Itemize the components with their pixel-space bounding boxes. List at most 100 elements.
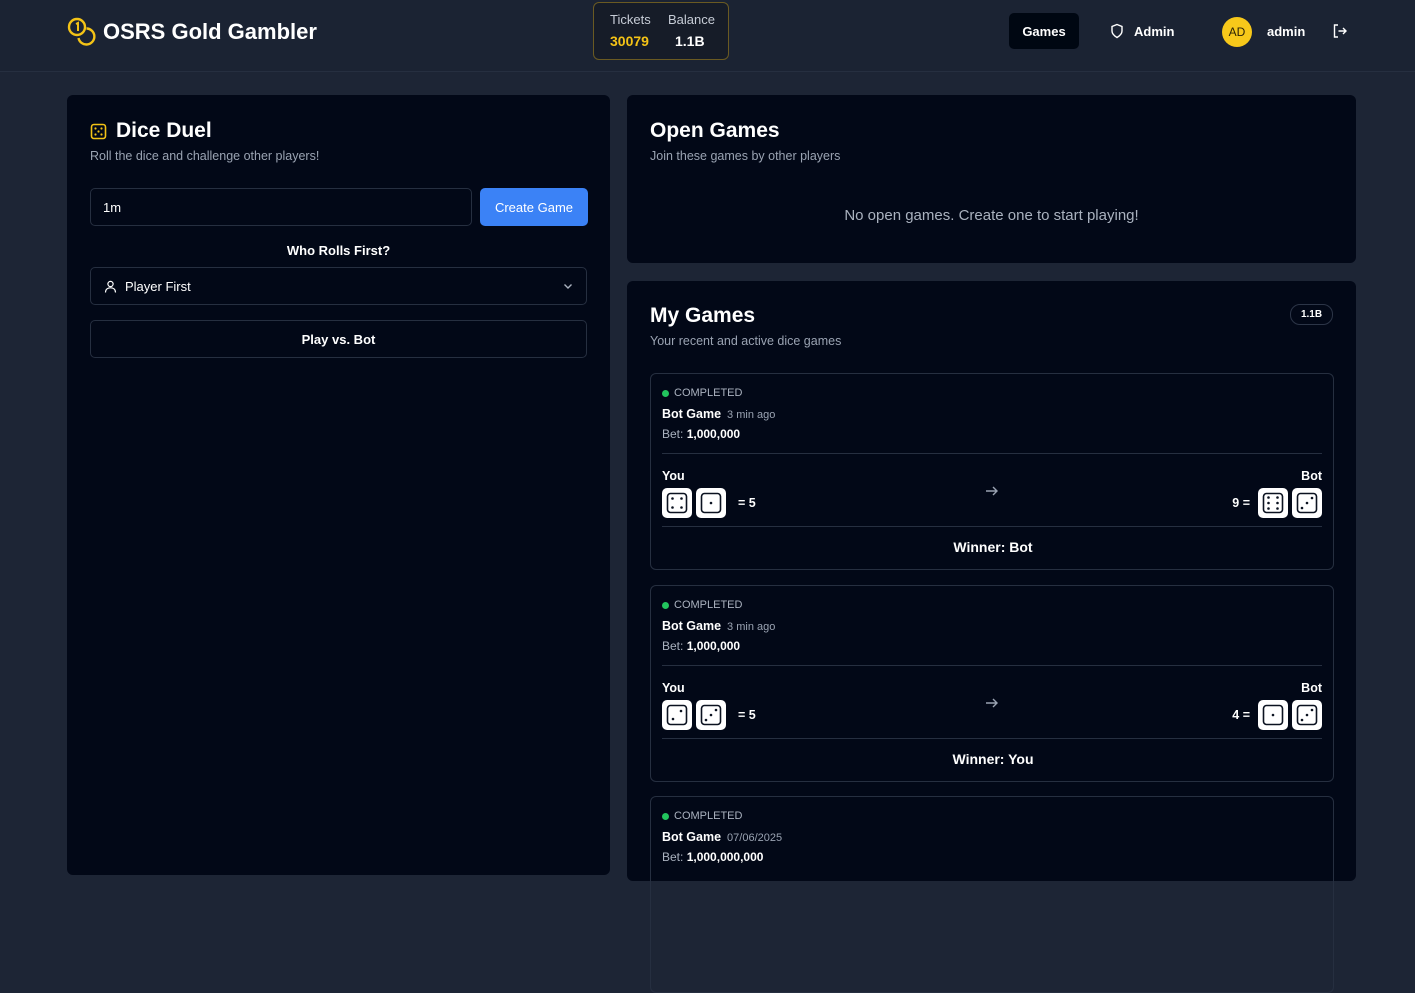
- play-vs-bot-button[interactable]: Play vs. Bot: [90, 320, 587, 358]
- logout-icon[interactable]: [1332, 23, 1348, 39]
- die-pip: [709, 501, 713, 505]
- die-face: [696, 488, 726, 518]
- game-card: COMPLETED Bot Game 07/06/2025 Bet: 1,000,…: [650, 796, 1334, 993]
- die-face-graphic: [1296, 492, 1318, 514]
- roll-order-selected: Player First: [125, 278, 191, 294]
- divider: [662, 526, 1322, 527]
- player-dice: = 5: [662, 488, 756, 518]
- bet-value: 1,000,000: [686, 639, 741, 653]
- die-pip: [1310, 496, 1314, 500]
- game-bet: Bet: 1,000,000: [662, 639, 740, 653]
- game-title: Bot Game 3 min ago: [662, 619, 775, 633]
- game-card: COMPLETED Bot Game 3 min ago Bet: 1,000,0…: [650, 585, 1334, 782]
- player-sum: = 5: [738, 708, 756, 722]
- die-pip: [1267, 507, 1270, 510]
- status-badge: COMPLETED: [662, 387, 742, 399]
- game-time: 3 min ago: [727, 621, 776, 633]
- die-face: [1292, 488, 1322, 518]
- create-game-button[interactable]: Create Game: [480, 188, 588, 226]
- tickets-label: Tickets: [610, 12, 651, 27]
- divider: [662, 453, 1322, 454]
- game-title: Bot Game 07/06/2025: [662, 830, 782, 844]
- die-pip: [1305, 713, 1309, 717]
- opponent-dice: 4 =: [1232, 700, 1322, 730]
- open-games-subtitle: Join these games by other players: [650, 149, 841, 163]
- opponent-label: Bot: [1301, 469, 1322, 483]
- app-logo[interactable]: OSRS Gold Gambler: [67, 17, 317, 47]
- divider: [662, 738, 1322, 739]
- status-dot: [662, 389, 669, 397]
- top-bar: OSRS Gold Gambler Tickets 30079 Balance …: [0, 0, 1415, 72]
- my-games-balance-badge: 1.1B: [1290, 304, 1333, 325]
- die-pip: [704, 718, 708, 722]
- die-face: [662, 488, 692, 518]
- roll-order-select[interactable]: Player First: [90, 267, 587, 305]
- die-pip: [1276, 501, 1279, 505]
- die-pip: [1276, 507, 1279, 510]
- nav-admin-link[interactable]: Admin: [1110, 23, 1174, 39]
- coins-icon: [67, 17, 96, 46]
- open-games-title: Open Games: [650, 119, 780, 142]
- player-sum: = 5: [738, 496, 756, 510]
- dice-icon: [90, 123, 107, 139]
- die-pip: [714, 708, 718, 712]
- die-face-graphic: [666, 492, 688, 514]
- nav-games-button[interactable]: Games: [1009, 13, 1079, 49]
- bet-value: 1,000,000: [686, 427, 741, 441]
- opponent-label: Bot: [1301, 681, 1322, 695]
- die-face-graphic: [700, 492, 722, 514]
- die-pip: [1300, 718, 1304, 722]
- status-dot: [662, 812, 669, 820]
- open-games-panel: Open Games Join these games by other pla…: [627, 95, 1356, 263]
- die-pip: [671, 506, 674, 509]
- game-time: 3 min ago: [727, 409, 776, 421]
- winner-text: Winner: You: [952, 751, 1034, 767]
- tickets-group: Tickets 30079: [610, 12, 651, 49]
- die-face-graphic: [666, 704, 688, 726]
- die-pip: [1271, 713, 1275, 717]
- die-face-graphic: [1296, 704, 1318, 726]
- shield-icon: [1111, 23, 1123, 39]
- tickets-value: 30079: [610, 33, 649, 49]
- app-title: OSRS Gold Gambler: [103, 19, 317, 44]
- username[interactable]: admin: [1267, 24, 1305, 39]
- avatar[interactable]: AD: [1222, 17, 1252, 47]
- game-card: COMPLETED Bot Game 3 min ago Bet: 1,000,0…: [650, 373, 1334, 570]
- player-label: You: [662, 681, 685, 695]
- game-bet: Bet: 1,000,000,000: [662, 850, 763, 864]
- bet-amount-input[interactable]: [90, 188, 472, 226]
- die-pip: [1267, 496, 1270, 499]
- balance-box: Tickets 30079 Balance 1.1B: [593, 2, 729, 60]
- die-pip: [1305, 501, 1309, 505]
- dice-duel-panel: Dice Duel Roll the dice and challenge ot…: [67, 95, 610, 875]
- dice-duel-title: Dice Duel: [116, 119, 212, 142]
- die-face-graphic: [1262, 492, 1284, 514]
- game-type: Bot Game: [662, 830, 722, 844]
- player-label: You: [662, 469, 685, 483]
- status-text: COMPLETED: [674, 387, 743, 399]
- status-text: COMPLETED: [674, 810, 743, 822]
- die-pip: [1276, 496, 1279, 499]
- opponent-sum: 4 =: [1232, 708, 1250, 722]
- divider: [662, 665, 1322, 666]
- die-pip: [709, 713, 713, 717]
- die-pip: [1267, 501, 1270, 505]
- die-face: [1258, 488, 1288, 518]
- balance-value: 1.1B: [675, 33, 705, 49]
- die-pip: [671, 497, 674, 500]
- die-pip: [680, 506, 683, 509]
- game-type: Bot Game: [662, 619, 722, 633]
- die-pip: [679, 709, 683, 713]
- game-title: Bot Game 3 min ago: [662, 407, 775, 421]
- game-bet: Bet: 1,000,000: [662, 427, 740, 441]
- die-pip: [671, 717, 675, 721]
- dice-duel-header: Dice Duel Roll the dice and challenge ot…: [90, 119, 319, 163]
- status-text: COMPLETED: [674, 599, 743, 611]
- winner-text: Winner: Bot: [953, 539, 1033, 555]
- balance-group: Balance 1.1B: [668, 12, 715, 49]
- die-pip: [1310, 708, 1314, 712]
- chevron-down-icon: [564, 284, 572, 289]
- user-icon: [104, 280, 117, 293]
- die-face: [662, 700, 692, 730]
- die-face-graphic: [700, 704, 722, 726]
